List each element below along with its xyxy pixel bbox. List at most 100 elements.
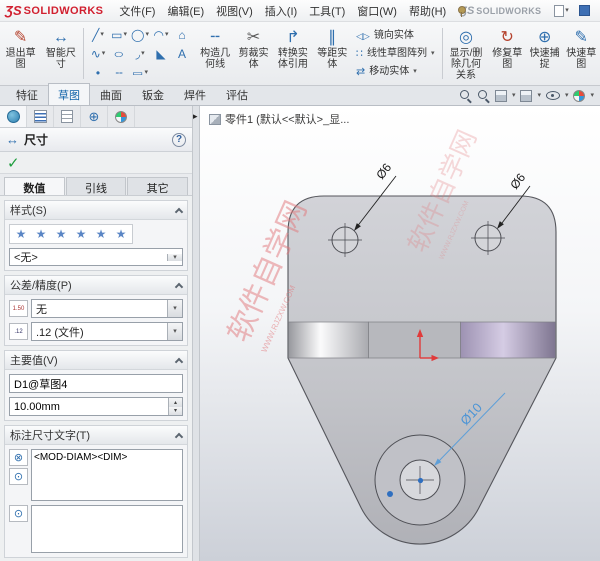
display-delete-relations-button[interactable]: ◎ 显示/删除几何关系 — [445, 24, 488, 83]
dimension-value-input[interactable] — [10, 398, 168, 415]
convert-entities-button[interactable]: ↱ 转换实体引用 — [272, 24, 313, 83]
dimension-text-label: 标注尺寸文字(T) — [10, 430, 91, 442]
dimension-attach-point[interactable] — [417, 477, 424, 484]
graphics-area[interactable]: Ø6 Ø6 Ø10 软件自学网 WWW.RJZXW.COM 软件自学网 WWW.… — [200, 106, 600, 561]
menu-tools[interactable]: 工具(T) — [303, 1, 351, 21]
tab-weldments[interactable]: 焊件 — [174, 83, 216, 105]
save-style-button[interactable]: ★ — [92, 226, 110, 242]
menu-insert[interactable]: 插入(I) — [259, 1, 303, 21]
rapid-sketch-button[interactable]: ✎ 快速草图 — [563, 24, 599, 83]
display-style-icon[interactable] — [520, 89, 533, 102]
text-position-icon[interactable]: ⊗ — [9, 449, 28, 466]
tab-surfaces[interactable]: 曲面 — [90, 83, 132, 105]
tab-features[interactable]: 特征 — [6, 83, 48, 105]
tab-other[interactable]: 其它 — [127, 177, 189, 195]
ok-button[interactable]: ✓ — [7, 154, 20, 172]
convert-entities-icon: ↱ — [286, 29, 300, 46]
trim-entities-button[interactable]: ✂ 剪裁实体 — [236, 24, 272, 83]
chamfer-band-left[interactable] — [288, 321, 369, 359]
menu-view[interactable]: 视图(V) — [210, 1, 259, 21]
delete-style-button[interactable]: ★ — [72, 226, 90, 242]
slot-tool-button[interactable]: ▭ ▾ — [130, 63, 151, 82]
repair-sketch-label: 修复草图 — [492, 48, 523, 70]
spline-tool-button[interactable]: ∿ ▾ — [88, 44, 109, 63]
display-manager-tab[interactable] — [108, 106, 135, 127]
style-dropdown[interactable]: <无> ▾ — [9, 248, 183, 266]
smart-dimension-button[interactable]: ↔ 智能尺寸 — [41, 24, 80, 83]
mirror-entities-button[interactable]: ◁▷ 镜向实体 — [351, 27, 440, 44]
tolerance-section-header[interactable]: 公差/精度(P) — [5, 276, 187, 295]
help-icon[interactable]: ? — [172, 132, 186, 147]
configuration-manager-tab[interactable] — [54, 106, 81, 127]
style-section-header[interactable]: 样式(S) — [5, 201, 187, 220]
fillet-tool-button[interactable]: ◞ ▾ — [130, 44, 151, 63]
dropdown-button[interactable]: ▾ — [167, 253, 182, 261]
update-style-button[interactable]: ★ — [52, 226, 70, 242]
dimension-text-hole-left[interactable]: Ø6 — [373, 160, 394, 181]
tab-leaders[interactable]: 引线 — [65, 177, 127, 195]
panel-splitter[interactable]: ▸ — [193, 106, 200, 561]
chamfer-band-right[interactable] — [460, 321, 556, 359]
save-button[interactable] — [576, 3, 593, 18]
precision-dropdown[interactable]: .12 (文件) ▾ — [31, 322, 183, 341]
feature-manager-tab[interactable] — [27, 106, 54, 127]
new-document-button[interactable]: ▾ — [551, 3, 572, 19]
circle-tool-button[interactable]: ◯ ▾ — [130, 25, 151, 44]
flyout-tree-arrow-icon[interactable]: ▸ — [193, 112, 198, 121]
apply-default-style-button[interactable]: ★ — [12, 226, 30, 242]
spin-up-icon[interactable]: ▴ — [169, 398, 182, 407]
menu-file[interactable]: 文件(F) — [113, 1, 161, 21]
dimension-text-section-header[interactable]: 标注尺寸文字(T) — [5, 426, 187, 445]
property-manager-tab[interactable] — [0, 106, 27, 127]
dropdown-button[interactable]: ▾ — [167, 323, 182, 340]
text-position-icon-2[interactable]: ⊙ — [9, 505, 28, 522]
view-orientation-icon[interactable] — [494, 89, 507, 102]
dimension-name-input[interactable] — [9, 374, 183, 393]
exit-sketch-icon: ✎ — [13, 29, 28, 46]
text-tool-button[interactable]: A — [172, 44, 193, 63]
tab-sheet-metal[interactable]: 钣金 — [132, 83, 174, 105]
dropdown-button[interactable]: ▾ — [167, 300, 182, 317]
exit-sketch-button[interactable]: ✎ 退出草图 — [1, 24, 40, 83]
tolerance-dropdown[interactable]: 无 ▾ — [31, 299, 183, 318]
repair-sketch-icon: ↻ — [500, 29, 514, 46]
construction-geometry-button[interactable]: ╌ 构造几何线 — [196, 24, 235, 83]
vertex-point[interactable] — [387, 491, 393, 497]
linear-sketch-pattern-button[interactable]: ∷ 线性草图阵列 ▾ — [351, 45, 440, 62]
centerline-tool-button[interactable]: ╌ — [109, 63, 130, 82]
polygon-tool-button[interactable]: ⌂ — [172, 25, 193, 44]
part-tree-node-label[interactable]: 零件1 (默认<<默认>_显... — [225, 111, 349, 127]
repair-sketch-button[interactable]: ↻ 修复草图 — [489, 24, 526, 83]
rectangle-tool-button[interactable]: ▭ ▾ — [109, 25, 130, 44]
ellipse-tool-button[interactable]: ○ — [109, 44, 130, 63]
edit-appearance-icon[interactable] — [573, 89, 586, 102]
dimxpert-manager-tab[interactable]: ⊕ — [81, 106, 108, 127]
dimension-text-input-2[interactable] — [31, 505, 183, 553]
quick-snaps-button[interactable]: ⊕ 快速捕捉 — [527, 24, 563, 83]
tab-value[interactable]: 数值 — [4, 177, 65, 195]
line-tool-button[interactable]: ╱ ▾ — [88, 25, 109, 44]
zoom-area-icon[interactable] — [477, 89, 490, 102]
graphics-viewport[interactable]: 零件1 (默认<<默认>_显... Ø6 Ø6 Ø10 软件自学网 WWW.RJ… — [200, 106, 600, 561]
spin-down-icon[interactable]: ▾ — [169, 406, 182, 415]
offset-entities-button[interactable]: ∥ 等距实体 — [314, 24, 350, 83]
text-justify-icon[interactable]: ⊙ — [9, 468, 28, 485]
feature-tree-flyout[interactable]: 零件1 (默认<<默认>_显... — [209, 111, 349, 127]
menu-window[interactable]: 窗口(W) — [351, 1, 403, 21]
tab-evaluate[interactable]: 评估 — [216, 83, 258, 105]
menu-edit[interactable]: 编辑(E) — [161, 1, 210, 21]
dimension-text-input[interactable]: <MOD-DIAM><DIM> — [31, 449, 183, 501]
primary-value-section-header[interactable]: 主要值(V) — [5, 351, 187, 370]
menu-help[interactable]: 帮助(H) — [403, 1, 452, 21]
chamfer-tool-button[interactable]: ◣ — [151, 44, 172, 63]
zoom-fit-icon[interactable] — [459, 89, 472, 102]
chamfer-band-middle[interactable] — [368, 321, 461, 359]
move-entities-button[interactable]: ⇄ 移动实体 ▾ — [351, 63, 440, 80]
tab-sketch[interactable]: 草图 — [48, 83, 90, 105]
load-style-button[interactable]: ★ — [112, 226, 130, 242]
add-style-button[interactable]: ★ — [32, 226, 50, 242]
arc-tool-button[interactable]: ◠ ▾ — [151, 25, 172, 44]
hide-show-items-icon[interactable] — [545, 91, 560, 100]
point-tool-button[interactable]: • — [88, 63, 109, 82]
dimension-text-hole-right[interactable]: Ø6 — [507, 170, 528, 191]
